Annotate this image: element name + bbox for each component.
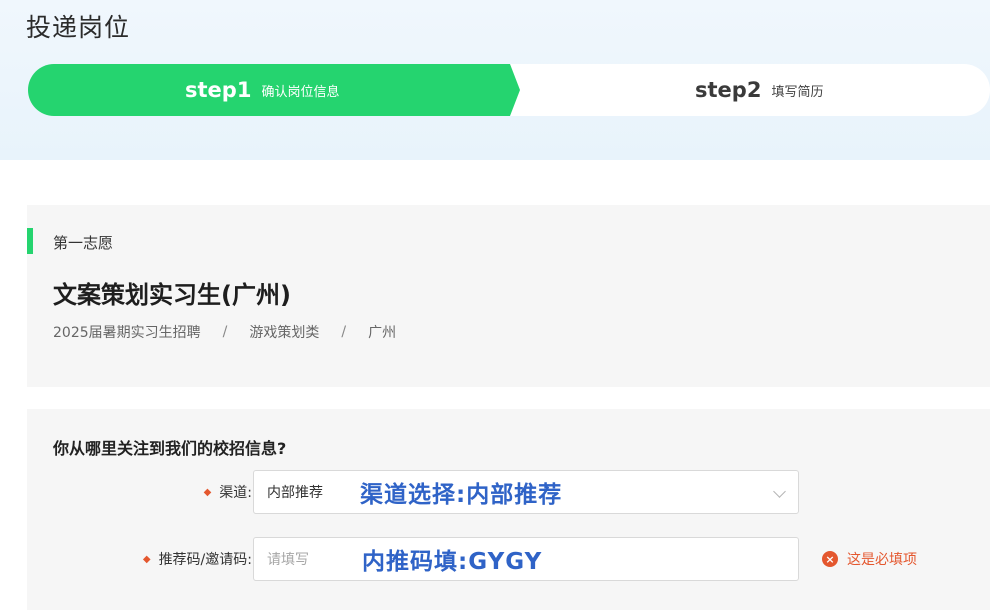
referral-row: ◆ 推荐码/邀请码: 请填写 内推码填:GYGY × 这是必填项: [27, 537, 990, 581]
channel-label-text: 渠道:: [219, 485, 252, 501]
stepper: step1 确认岗位信息 step2 填写简历: [28, 64, 990, 116]
referral-label-text: 推荐码/邀请码:: [158, 552, 252, 568]
section-accent-bar: [27, 228, 33, 254]
step-2[interactable]: step2 填写简历: [695, 64, 823, 116]
wish-label: 第一志愿: [53, 234, 114, 252]
source-form-card: 你从哪里关注到我们的校招信息? ◆ 渠道: 内部推荐 渠道选择:内部推荐 ◆ 推…: [27, 409, 990, 610]
step-1-number: step1: [185, 78, 252, 102]
job-info-card: 第一志愿 文案策划实习生(广州) 2025届暑期实习生招聘 / 游戏策划类 / …: [27, 205, 990, 387]
referral-annotation: 内推码填:GYGY: [362, 549, 543, 575]
step-1[interactable]: step1 确认岗位信息: [185, 64, 339, 116]
channel-row: ◆ 渠道: 内部推荐 渠道选择:内部推荐: [27, 470, 990, 514]
job-title: 文案策划实习生(广州): [53, 281, 291, 309]
referral-code-placeholder: 请填写: [267, 552, 309, 568]
breadcrumb-separator: /: [341, 324, 347, 340]
required-icon: ◆: [142, 553, 151, 565]
breadcrumb: 2025届暑期实习生招聘 / 游戏策划类 / 广州: [53, 322, 396, 342]
breadcrumb-item-recruitment: 2025届暑期实习生招聘: [53, 325, 201, 341]
required-icon: ◆: [203, 486, 212, 498]
channel-select-value: 内部推荐: [267, 485, 323, 501]
referral-label: ◆ 推荐码/邀请码:: [143, 537, 252, 581]
page-title: 投递岗位: [26, 13, 131, 42]
form-question: 你从哪里关注到我们的校招信息?: [53, 439, 287, 458]
step-1-label: 确认岗位信息: [261, 84, 340, 100]
channel-annotation: 渠道选择:内部推荐: [360, 482, 563, 508]
channel-label: ◆ 渠道:: [204, 470, 252, 514]
referral-error-text: 这是必填项: [847, 552, 917, 568]
step-2-number: step2: [695, 78, 762, 102]
breadcrumb-separator: /: [222, 324, 228, 340]
step-2-label: 填写简历: [771, 84, 824, 100]
breadcrumb-item-category: 游戏策划类: [249, 325, 320, 341]
breadcrumb-item-city: 广州: [368, 325, 397, 341]
chevron-down-icon: [773, 485, 786, 498]
error-circle-icon: ×: [822, 551, 838, 567]
referral-error: × 这是必填项: [822, 537, 917, 581]
